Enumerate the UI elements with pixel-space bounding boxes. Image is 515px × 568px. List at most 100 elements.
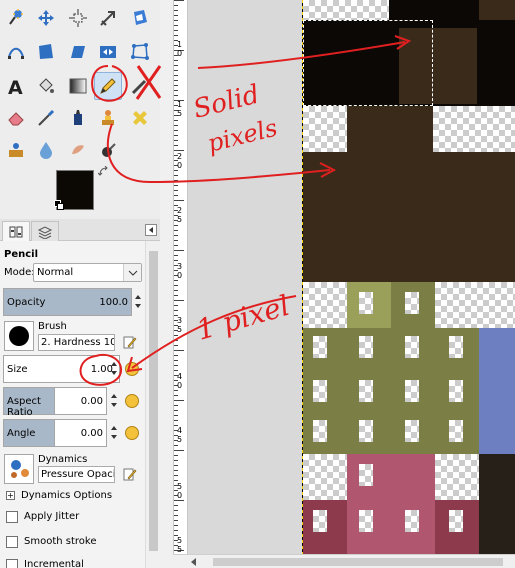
dither-pattern bbox=[405, 380, 419, 402]
dither-pattern bbox=[359, 292, 373, 314]
opacity-value: 100.0 bbox=[99, 297, 128, 308]
apply-jitter-box[interactable] bbox=[6, 511, 18, 523]
tab-device-status[interactable] bbox=[31, 221, 59, 241]
ink-icon[interactable] bbox=[66, 106, 90, 130]
crop-icon[interactable] bbox=[96, 6, 120, 30]
layer-boundary bbox=[302, 0, 303, 554]
airbrush-icon[interactable] bbox=[34, 106, 58, 130]
ruler-tick bbox=[174, 280, 178, 281]
ruler-tick bbox=[174, 150, 184, 151]
tab-tool-options[interactable] bbox=[2, 221, 30, 241]
ruler-label: 3 bbox=[177, 262, 183, 271]
ruler-tick bbox=[174, 475, 178, 476]
dynamics-name-field[interactable]: Pressure Opacity bbox=[38, 466, 115, 483]
incremental-box[interactable] bbox=[6, 559, 18, 568]
aspect-ratio-spinner[interactable] bbox=[109, 387, 119, 415]
transform-icon[interactable] bbox=[128, 6, 152, 30]
dynamics-preview-icon[interactable] bbox=[4, 454, 34, 484]
dither-pattern bbox=[449, 336, 463, 358]
dither-pattern bbox=[405, 420, 419, 442]
paths-icon[interactable] bbox=[4, 40, 28, 64]
vertical-ruler[interactable]: 10152025303540455055 bbox=[173, 0, 188, 554]
mode-label: Mode: bbox=[4, 267, 35, 278]
smudge-icon[interactable] bbox=[66, 138, 90, 162]
tab-menu-icon[interactable] bbox=[145, 224, 157, 236]
ruler-tick bbox=[174, 5, 178, 6]
dither-pattern bbox=[313, 510, 327, 532]
pixel-block bbox=[303, 152, 515, 282]
aspect-ratio-slider[interactable]: Aspect Ratio bbox=[3, 387, 55, 418]
size-field[interactable]: Size 1.00 bbox=[3, 355, 120, 383]
aspect-ratio-field[interactable]: 0.00 bbox=[55, 387, 107, 415]
ruler-tick bbox=[174, 120, 178, 121]
reset-angle-icon[interactable] bbox=[125, 426, 139, 440]
tool-options-icon bbox=[9, 226, 23, 237]
edit-dynamics-icon[interactable] bbox=[122, 466, 138, 482]
ruler-label: 5 bbox=[177, 325, 183, 334]
blend-icon[interactable] bbox=[66, 74, 90, 98]
move-icon[interactable] bbox=[34, 6, 58, 30]
flip-icon[interactable] bbox=[96, 40, 120, 64]
edit-brush-icon[interactable] bbox=[122, 334, 138, 350]
pencil-icon[interactable] bbox=[94, 72, 122, 100]
brush-name-field[interactable]: 2. Hardness 100 bbox=[38, 334, 115, 351]
angle-spinner[interactable] bbox=[109, 419, 119, 447]
text-icon[interactable]: A bbox=[4, 74, 28, 98]
dither-pattern bbox=[313, 380, 327, 402]
mode-select[interactable]: Normal bbox=[33, 263, 142, 282]
ruler-tick bbox=[174, 0, 184, 1]
bucket-fill-icon[interactable] bbox=[34, 74, 58, 98]
align-icon[interactable] bbox=[66, 6, 90, 30]
ruler-tick bbox=[174, 145, 178, 146]
ruler-tick bbox=[174, 260, 178, 261]
perspective-icon[interactable] bbox=[34, 40, 58, 64]
eraser-icon[interactable] bbox=[4, 106, 28, 130]
cage-icon[interactable] bbox=[128, 40, 152, 64]
dither-pattern bbox=[359, 420, 373, 442]
swap-colors-icon[interactable] bbox=[98, 166, 110, 178]
tool-options-panel: Pencil Mode: Normal Opacity 100.0 Brush … bbox=[0, 241, 145, 568]
incremental-label: Incremental bbox=[24, 559, 84, 568]
perspective-clone-icon[interactable] bbox=[4, 138, 28, 162]
ruler-label: 5 bbox=[177, 215, 183, 224]
paintbrush-icon[interactable] bbox=[128, 74, 152, 98]
blur-icon[interactable] bbox=[34, 138, 58, 162]
reset-size-icon[interactable] bbox=[125, 362, 139, 376]
ruler-tick bbox=[174, 340, 178, 341]
opacity-spinner[interactable] bbox=[133, 288, 143, 316]
color-swatches[interactable] bbox=[52, 166, 110, 216]
fuzzy-select-icon[interactable] bbox=[4, 6, 28, 30]
angle-slider[interactable]: Angle bbox=[3, 419, 55, 447]
brush-preview[interactable] bbox=[4, 321, 34, 351]
ruler-label: 0 bbox=[177, 381, 183, 390]
angle-field[interactable]: 0.00 bbox=[55, 419, 107, 447]
pixel-block bbox=[303, 454, 347, 500]
ruler-label: 5 bbox=[177, 536, 183, 545]
shear-icon[interactable] bbox=[66, 40, 90, 64]
opacity-slider[interactable]: Opacity 100.0 bbox=[3, 288, 132, 316]
pixel-block bbox=[303, 0, 389, 20]
scrollbar-thumb[interactable] bbox=[149, 251, 158, 551]
smooth-stroke-box[interactable] bbox=[6, 536, 18, 548]
image-canvas[interactable] bbox=[303, 0, 515, 554]
default-colors-icon[interactable] bbox=[54, 200, 64, 210]
clone-icon[interactable] bbox=[96, 106, 120, 130]
dock-tab-bar bbox=[0, 219, 160, 241]
reset-aspect-ratio-icon[interactable] bbox=[125, 394, 139, 408]
scroll-left-icon[interactable] bbox=[191, 558, 196, 566]
pixel-block bbox=[303, 282, 347, 328]
angle-label: Angle bbox=[7, 428, 36, 439]
size-spinner[interactable] bbox=[109, 355, 119, 383]
ruler-tick bbox=[174, 230, 178, 231]
horizontal-scrollbar[interactable] bbox=[173, 554, 515, 568]
scrollbar-thumb[interactable] bbox=[213, 558, 503, 566]
chevron-down-icon[interactable] bbox=[123, 264, 141, 281]
tool-options-scrollbar[interactable] bbox=[145, 241, 160, 568]
ruler-tick bbox=[174, 240, 178, 241]
ruler-tick bbox=[174, 295, 178, 296]
ruler-tick bbox=[174, 185, 178, 186]
ruler-tick bbox=[174, 465, 178, 466]
gimp-window: A Pencil Mode: Normal Opacity 100.0 Brus… bbox=[0, 0, 515, 568]
dodge-burn-icon[interactable] bbox=[96, 138, 120, 162]
heal-icon[interactable] bbox=[128, 106, 152, 130]
